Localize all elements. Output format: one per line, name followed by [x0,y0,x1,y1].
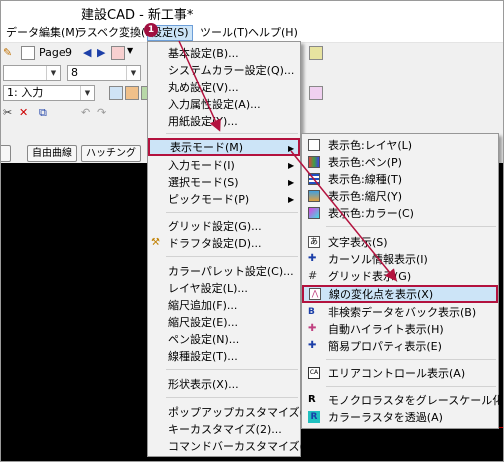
arrow-to-line-change-points [290,150,397,282]
annotation-arrows [178,40,397,282]
app-window: 建設CAD - 新工事* データ編集(M) ラスベク変換(B) 設定(S) ツー… [0,0,504,462]
arrow-to-display-mode [178,40,221,132]
